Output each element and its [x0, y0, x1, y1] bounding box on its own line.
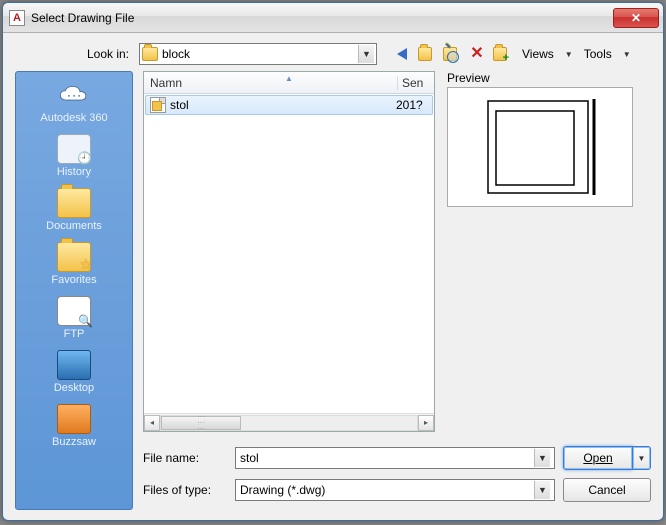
views-menu[interactable]: Views — [522, 47, 554, 61]
folder-up-icon — [418, 47, 432, 61]
filename-row: File name: stol ▼ Open ▼ — [143, 446, 651, 470]
scroll-track[interactable] — [160, 415, 418, 431]
tools-menu[interactable]: Tools — [584, 47, 612, 61]
horizontal-scrollbar[interactable]: ◂ ▸ — [144, 413, 434, 431]
file-row[interactable]: stol 201? — [145, 95, 433, 115]
main-row: Autodesk 360 History Documents Favorites… — [15, 71, 651, 510]
open-button-group: Open ▼ — [563, 446, 651, 470]
sort-indicator-icon: ▲ — [285, 74, 293, 83]
sidebar-item-autodesk360[interactable]: Autodesk 360 — [16, 80, 132, 124]
delete-button[interactable]: ✕ — [468, 45, 486, 63]
file-list-header[interactable]: ▲ Namn Sen — [144, 72, 434, 94]
sidebar-item-label: Buzzsaw — [16, 436, 132, 448]
preview-box — [447, 87, 633, 207]
preview-label: Preview — [447, 71, 651, 85]
open-button[interactable]: Open — [563, 446, 633, 470]
sidebar-item-favorites[interactable]: Favorites — [16, 242, 132, 286]
delete-x-icon: ✕ — [470, 47, 483, 61]
column-date[interactable]: Sen — [398, 76, 434, 90]
filetype-label: Files of type: — [143, 483, 227, 497]
desktop-icon — [57, 350, 91, 380]
folder-icon — [142, 47, 158, 61]
filename-combo[interactable]: stol ▼ — [235, 447, 555, 469]
dialog-window: A Select Drawing File ✕ Look in: block ▼… — [2, 2, 664, 521]
filetype-combo[interactable]: Drawing (*.dwg) ▼ — [235, 479, 555, 501]
file-list-body[interactable]: stol 201? — [144, 94, 434, 413]
lookin-label: Look in: — [15, 47, 133, 61]
app-icon: A — [9, 10, 25, 26]
chevron-down-icon[interactable]: ▼ — [358, 45, 374, 63]
sidebar-item-history[interactable]: History — [16, 134, 132, 178]
window-title: Select Drawing File — [31, 11, 613, 25]
scroll-left-button[interactable]: ◂ — [144, 415, 160, 431]
center-column: ▲ Namn Sen stol 201? ◂ — [143, 71, 651, 510]
lookin-value: block — [162, 47, 358, 61]
open-split-arrow[interactable]: ▼ — [633, 446, 651, 470]
close-button[interactable]: ✕ — [613, 8, 659, 28]
sidebar-item-label: Favorites — [16, 274, 132, 286]
sidebar-item-label: Desktop — [16, 382, 132, 394]
tools-menu-arrow[interactable]: ▼ — [623, 50, 631, 59]
sidebar-item-documents[interactable]: Documents — [16, 188, 132, 232]
back-button[interactable] — [393, 45, 411, 63]
lookin-row: Look in: block ▼ ✕ Views ▼ Tools ▼ — [15, 43, 651, 65]
sidebar-item-label: History — [16, 166, 132, 178]
filename-label: File name: — [143, 451, 227, 465]
filetype-value: Drawing (*.dwg) — [240, 483, 534, 497]
sidebar-item-label: Documents — [16, 220, 132, 232]
sidebar-item-ftp[interactable]: FTP — [16, 296, 132, 340]
column-name[interactable]: Namn — [144, 76, 398, 90]
buzzsaw-icon — [57, 404, 91, 434]
sidebar-item-label: Autodesk 360 — [16, 112, 132, 124]
scroll-right-button[interactable]: ▸ — [418, 415, 434, 431]
dwg-file-icon — [150, 97, 166, 113]
sidebar-item-desktop[interactable]: Desktop — [16, 350, 132, 394]
nav-toolbar: ✕ Views ▼ Tools ▼ — [393, 45, 631, 63]
folder-icon — [57, 188, 91, 218]
file-name: stol — [170, 98, 396, 112]
preview-drawing-icon — [480, 95, 600, 199]
filelist-wrap: ▲ Namn Sen stol 201? ◂ — [143, 71, 651, 432]
chevron-down-icon[interactable]: ▼ — [534, 449, 550, 467]
scroll-thumb[interactable] — [161, 416, 241, 430]
ftp-icon — [57, 296, 91, 326]
file-date: 201? — [396, 98, 428, 112]
lookin-combo[interactable]: block ▼ — [139, 43, 377, 65]
views-menu-arrow[interactable]: ▼ — [565, 50, 573, 59]
preview-column: Preview — [447, 71, 651, 432]
arrow-left-icon — [397, 48, 407, 60]
sidebar-item-buzzsaw[interactable]: Buzzsaw — [16, 404, 132, 448]
bottom-rows: File name: stol ▼ Open ▼ Files of type: — [143, 446, 651, 510]
titlebar[interactable]: A Select Drawing File ✕ — [3, 3, 663, 33]
cloud-icon — [57, 80, 91, 110]
cancel-button[interactable]: Cancel — [563, 478, 651, 502]
filetype-row: Files of type: Drawing (*.dwg) ▼ Cancel — [143, 478, 651, 502]
filename-value[interactable]: stol — [240, 451, 534, 465]
folder-new-icon — [493, 47, 507, 61]
places-sidebar: Autodesk 360 History Documents Favorites… — [15, 71, 133, 510]
new-folder-button[interactable] — [493, 45, 511, 63]
up-folder-button[interactable] — [418, 45, 436, 63]
folder-search-icon — [443, 47, 457, 61]
search-web-button[interactable] — [443, 45, 461, 63]
history-icon — [57, 134, 91, 164]
dialog-content: Look in: block ▼ ✕ Views ▼ Tools ▼ — [3, 33, 663, 520]
favorites-icon — [57, 242, 91, 272]
sidebar-item-label: FTP — [16, 328, 132, 340]
file-list[interactable]: ▲ Namn Sen stol 201? ◂ — [143, 71, 435, 432]
chevron-down-icon[interactable]: ▼ — [534, 481, 550, 499]
